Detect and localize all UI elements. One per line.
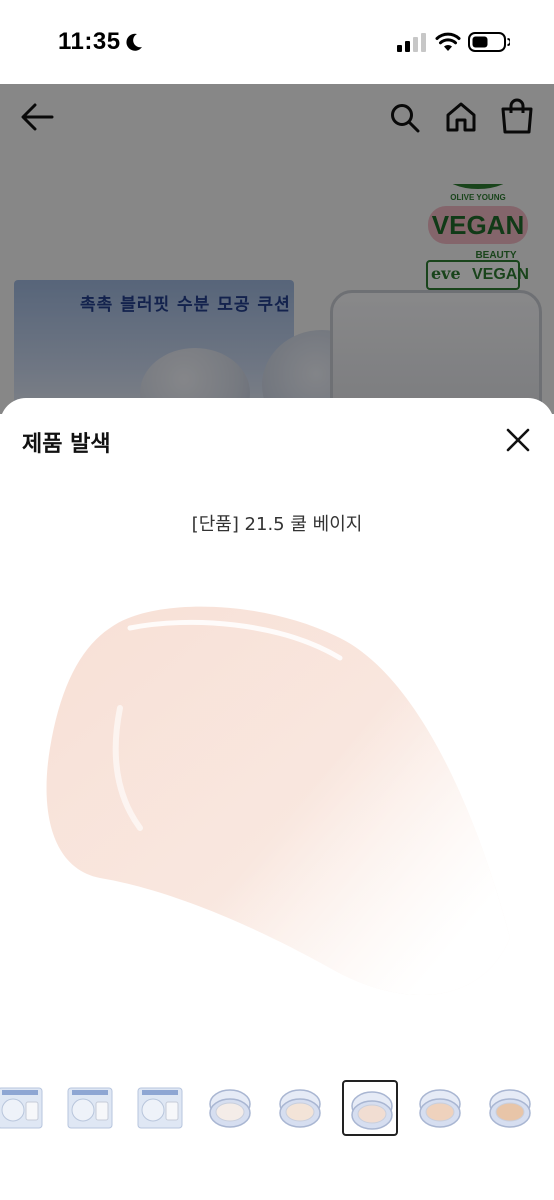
shade-thumbnail[interactable]: [0, 1080, 48, 1136]
shade-thumbnail[interactable]: [202, 1080, 258, 1136]
shade-swatch-image: [46, 606, 510, 996]
shade-sheet: 제품 발색 [단품] 21.5 쿨 베이지: [0, 398, 554, 1200]
status-time: 11:35: [58, 28, 121, 55]
shade-name: [단품] 21.5 쿨 베이지: [191, 514, 363, 535]
wifi-icon: [435, 32, 461, 51]
moon-icon: [126, 33, 142, 51]
sheet-title: 제품 발색: [22, 432, 111, 457]
signal-icon: [397, 33, 426, 52]
shade-thumbnail[interactable]: [482, 1080, 538, 1136]
shade-thumbnail[interactable]: [62, 1080, 118, 1136]
close-icon[interactable]: [504, 426, 532, 454]
thumbnail-strip: [0, 1080, 554, 1140]
shade-thumbnail[interactable]: [342, 1080, 398, 1136]
status-bar: 11:35: [0, 0, 554, 84]
dim-overlay[interactable]: [0, 84, 554, 414]
shade-thumbnail[interactable]: [272, 1080, 328, 1136]
shade-thumbnail[interactable]: [412, 1080, 468, 1136]
shade-thumbnail[interactable]: [132, 1080, 188, 1136]
battery-icon: [468, 32, 510, 52]
